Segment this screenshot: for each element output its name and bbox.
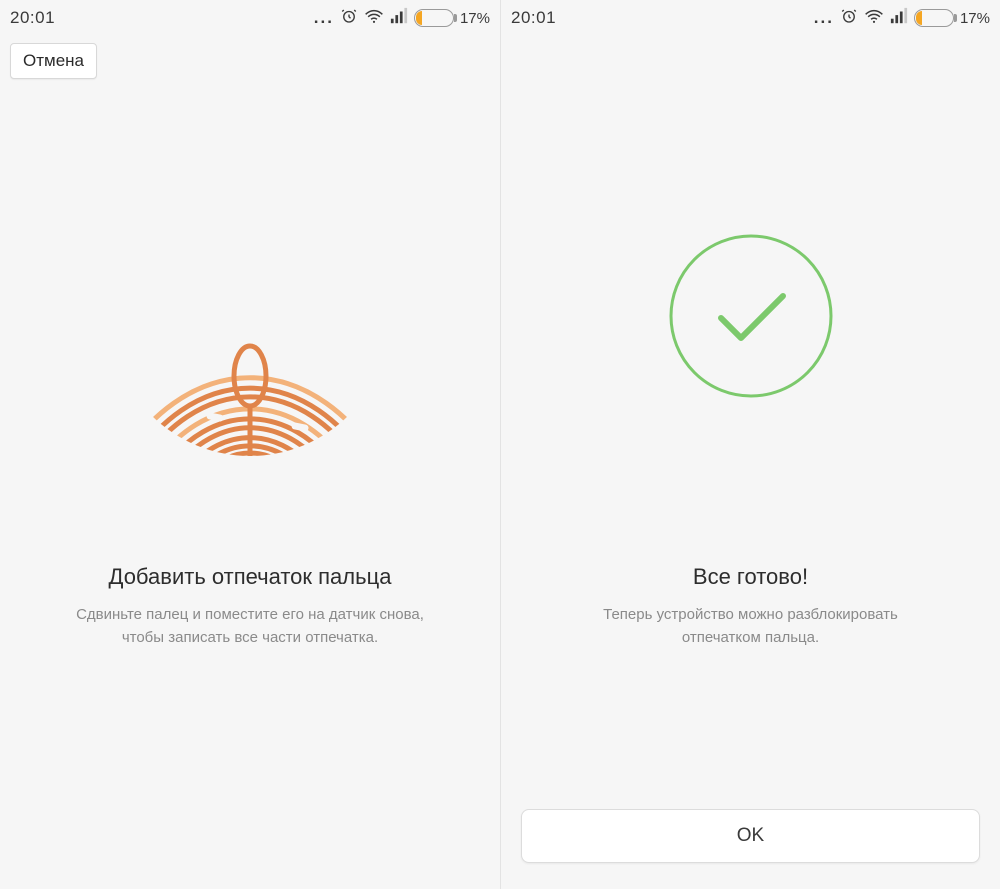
- alarm-icon: [340, 7, 358, 30]
- battery-percentage: 17%: [460, 10, 490, 27]
- signal-icon: [890, 7, 908, 30]
- status-dots: ...: [314, 8, 334, 28]
- battery-icon: [914, 9, 954, 27]
- status-bar: 20:01 ... 17%: [501, 0, 1000, 36]
- fingerprint-icon: [100, 166, 400, 466]
- status-dots: ...: [814, 8, 834, 28]
- status-bar: 20:01 ... 17%: [0, 0, 500, 36]
- battery-icon: [414, 9, 454, 27]
- bottom-bar: OK: [501, 809, 1000, 889]
- status-indicators: ... 17%: [814, 7, 990, 30]
- status-time: 20:01: [10, 8, 55, 28]
- wifi-icon: [364, 7, 384, 30]
- signal-icon: [390, 7, 408, 30]
- checkmark-icon: [666, 231, 836, 401]
- toolbar-empty: [501, 36, 1000, 86]
- success-illustration: [501, 86, 1000, 546]
- battery-percentage: 17%: [960, 10, 990, 27]
- toolbar: Отмена: [0, 36, 500, 86]
- cancel-button[interactable]: Отмена: [10, 43, 97, 79]
- screen-fingerprint-done: 20:01 ... 17%: [500, 0, 1000, 889]
- screen2-title: Все готово!: [531, 564, 970, 590]
- fingerprint-illustration: [0, 86, 500, 546]
- done-text: Все готово! Теперь устройство можно разб…: [501, 546, 1000, 649]
- screen2-subtitle: Теперь устройство можно разблокировать о…: [531, 604, 970, 649]
- alarm-icon: [840, 7, 858, 30]
- status-indicators: ... 17%: [314, 7, 490, 30]
- screen-add-fingerprint: 20:01 ... 17% Отмена: [0, 0, 500, 889]
- wifi-icon: [864, 7, 884, 30]
- screen1-subtitle: Сдвиньте палец и поместите его на датчик…: [30, 604, 470, 649]
- ok-button[interactable]: OK: [521, 809, 980, 863]
- screen1-title: Добавить отпечаток пальца: [30, 564, 470, 590]
- instruction-text: Добавить отпечаток пальца Сдвиньте палец…: [0, 546, 500, 649]
- status-time: 20:01: [511, 8, 556, 28]
